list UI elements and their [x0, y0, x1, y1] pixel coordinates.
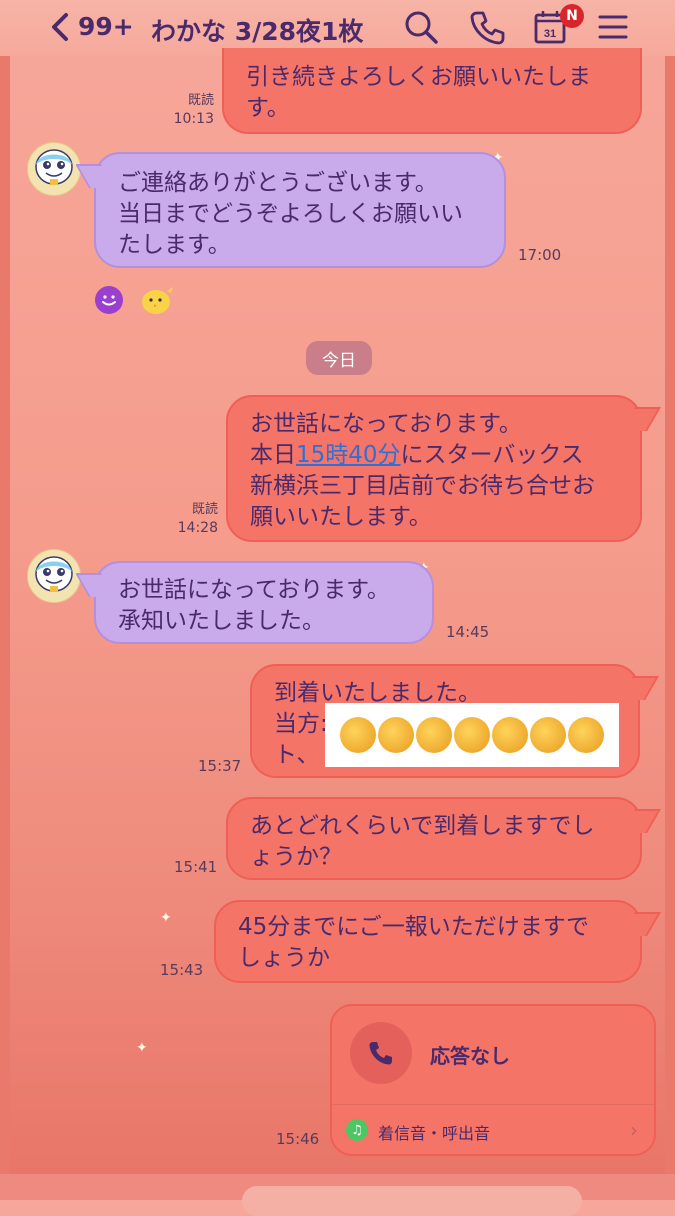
sparkle-decoration: ✦ — [136, 1040, 148, 1056]
call-status-label: 応答なし — [430, 1044, 510, 1068]
chevron-right-icon: › — [630, 1118, 638, 1142]
calendar-new-badge: N — [560, 4, 584, 28]
fist-emoji-icon — [568, 717, 604, 753]
reaction-button[interactable] — [95, 286, 123, 314]
back-button[interactable] — [44, 10, 78, 44]
message-bubble-incoming[interactable]: お世話になっております。 承知いたしました。 — [94, 561, 434, 644]
sparkle-decoration: ✦ — [160, 910, 172, 926]
character-avatar-icon — [35, 149, 73, 185]
search-button[interactable] — [402, 8, 440, 46]
call-button[interactable] — [468, 8, 506, 46]
date-separator: 今日 — [306, 341, 372, 375]
chick-sticker-icon — [142, 287, 173, 314]
message-bubble-outgoing[interactable]: 45分までにご一報いただけますで しょうか — [214, 900, 642, 983]
message-text: 引き続きよろしくお願いいたしま す。 — [246, 64, 591, 121]
message-time: 17:00 — [518, 246, 562, 264]
call-status-circle — [350, 1022, 412, 1084]
message-bubble-outgoing[interactable]: あとどれくらいで到着しますでし ょうか？ — [226, 797, 642, 880]
search-icon — [405, 11, 438, 44]
right-frame — [665, 0, 675, 1200]
phone-icon — [369, 1042, 392, 1065]
message-bubble-incoming[interactable]: ご連絡ありがとうございます。 当日までどうぞよろしくお願いい たします。 — [94, 152, 506, 268]
emoji-overlay — [325, 703, 619, 767]
message-text: ご連絡ありがとうございます。 当日までどうぞよろしくお願いい たします。 — [118, 170, 463, 258]
calendar-day: 31 — [544, 28, 556, 40]
fist-emoji-icon — [530, 717, 566, 753]
message-time: 14:45 — [446, 623, 490, 641]
message-text: 45分までにご一報いただけますで しょうか — [238, 914, 590, 971]
fist-emoji-icon — [454, 717, 490, 753]
character-avatar-icon — [35, 556, 73, 592]
message-time: 10:13 — [173, 111, 214, 127]
chevron-left-icon — [52, 13, 68, 41]
missed-call-card[interactable]: 応答なし ♫ 着信音・呼出音 › — [330, 1004, 656, 1156]
message-text: あとどれくらいで到着しますでし ょうか？ — [250, 813, 595, 870]
message-time: 15:43 — [160, 961, 204, 979]
ringtone-link[interactable]: 着信音・呼出音 — [378, 1120, 490, 1144]
read-receipt: 既読 — [187, 93, 214, 108]
message-bubble-outgoing[interactable]: お世話になっております。 本日15時40分にスターバックス 新横浜三丁目店前でお… — [226, 395, 642, 542]
menu-button[interactable] — [594, 8, 632, 46]
reaction-sticker[interactable] — [139, 283, 177, 317]
music-note-icon: ♫ — [346, 1119, 368, 1141]
fist-emoji-icon — [378, 717, 414, 753]
fist-emoji-icon — [416, 717, 452, 753]
chat-title[interactable]: わかな 3/28夜1枚 — [151, 12, 363, 48]
smiley-icon — [102, 295, 116, 306]
avatar[interactable] — [27, 142, 81, 196]
read-receipt: 既読 — [191, 502, 218, 517]
divider — [332, 1104, 654, 1105]
fist-emoji-icon — [340, 717, 376, 753]
message-meta: 既読 14:28 — [170, 501, 218, 537]
phone-icon — [470, 11, 505, 45]
avatar[interactable] — [27, 549, 81, 603]
time-link[interactable]: 15時40分 — [296, 442, 401, 468]
message-bubble-outgoing[interactable]: 引き続きよろしくお願いいたしま す。 — [222, 48, 642, 134]
message-time: 15:46 — [276, 1130, 320, 1148]
message-time: 15:41 — [174, 858, 218, 876]
message-time: 15:37 — [198, 757, 242, 775]
left-frame — [0, 0, 10, 1200]
message-input[interactable] — [242, 1186, 582, 1216]
menu-icon — [598, 15, 628, 39]
message-text: お世話になっております。 承知いたしました。 — [118, 577, 390, 634]
input-bar — [0, 1174, 675, 1216]
message-meta: 既読 10:13 — [166, 92, 214, 128]
fist-emoji-icon — [492, 717, 528, 753]
unread-count[interactable]: 99+ — [78, 12, 134, 41]
message-time: 14:28 — [177, 520, 218, 536]
